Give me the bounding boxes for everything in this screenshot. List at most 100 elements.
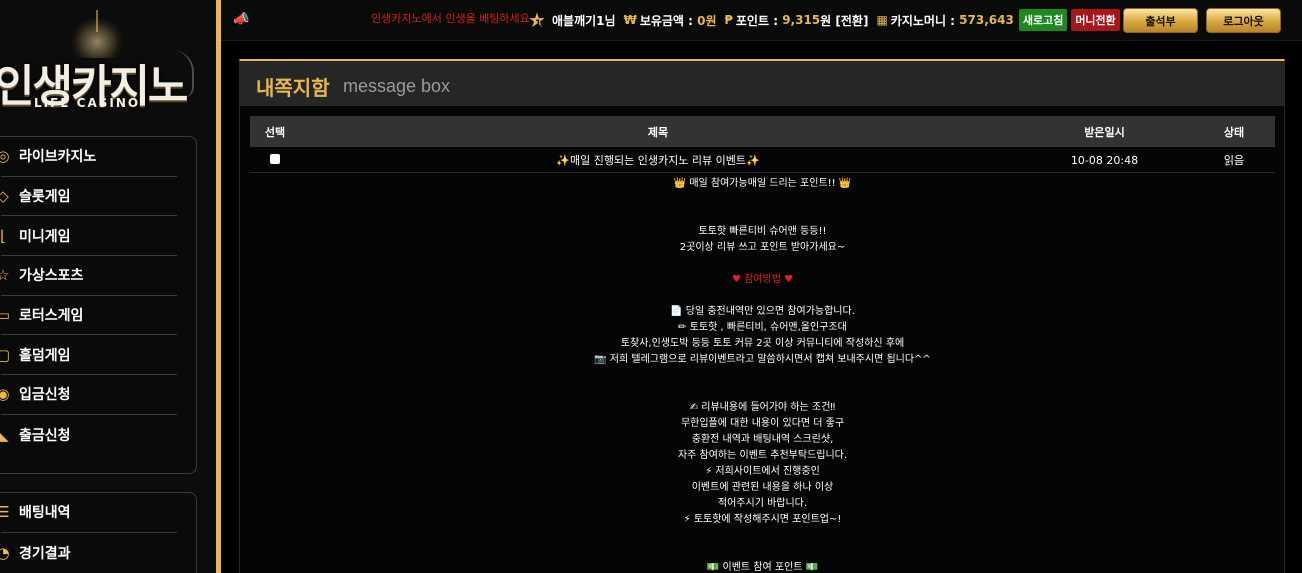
slot-icon: ◇ [0,187,9,206]
sidebar-item-holdem[interactable]: ▢ 홀덤게임 [0,335,177,376]
message-line [250,256,1275,272]
sidebar-item-label: 가상스포츠 [19,268,84,285]
message-line [250,368,1275,384]
result-icon: ◔ [0,543,10,562]
secondary-menu: ☰ 배팅내역 ◔ 경기결과 [0,492,197,573]
message-line [250,192,1275,208]
panel-header: 내쪽지함 message box [240,61,1284,106]
lotus-icon: ▭ [0,306,11,325]
sidebar-item-label: 출금신청 [19,427,71,444]
sidebar-item-label: 경기결과 [19,545,71,562]
casino-money-icon: ▦ [876,13,888,27]
sidebar-item-label: 라이브카지노 [19,149,97,166]
sidebar-item-deposit[interactable]: ◉ 입금신청 [0,375,177,415]
points-value: 9,315 [782,13,821,27]
message-box-panel: 내쪽지함 message box 선택 제목 받은일시 상태 ✨매일 진행되는 … [239,59,1285,573]
sidebar-item-label: 로터스게임 [19,308,84,325]
message-line: 충환전 내역과 배팅내역 스크린샷, [691,434,834,445]
money-convert-button[interactable]: 머니전환 [1071,9,1120,31]
deposit-icon: ◉ [0,385,10,404]
message-status: 읽음 [1223,154,1245,167]
mini-game-icon: ⌊ [0,226,6,245]
sidebar-divider [216,0,221,573]
sidebar-item-results[interactable]: ◔ 경기결과 [0,533,177,573]
message-line [250,288,1275,304]
page-subtitle: message box [343,76,451,96]
holdem-icon: ▢ [0,345,11,364]
message-line: 💵 이벤트 참여 포인트 💵 [706,562,819,573]
sidebar-item-label: 배팅내역 [19,505,71,522]
top-bar: 📣 인생카지노에서 인생을 배팅하세요 ★ 1 애블깨기1 님 ₩ 보유금액 : 0… [221,0,1302,41]
level-star-icon: ★ 1 [528,8,546,32]
page-title: 내쪽지함 [256,76,330,100]
message-line [250,384,1275,400]
header-status: 상태 [1223,125,1245,139]
message-line: 📷 저희 텔레그램으로 리뷰이벤트라고 말씀하시면서 캡쳐 보내주시면 됩니다^… [594,354,931,365]
sidebar-item-label: 미니게임 [19,228,71,245]
sparkle-icon: ✨ [556,154,571,167]
logo-subtitle: LIFE CASINO [34,96,141,110]
select-checkbox[interactable] [270,153,280,164]
message-line: 2곳이상 리뷰 쓰고 포인트 받아가세요~ [679,242,846,253]
message-line: ✏ 토토핫 , 빠른티비, 슈어맨,올인구조대 [678,322,847,333]
sidebar-item-label: 홀덤게임 [19,347,71,364]
username: 애블깨기1 [552,13,605,28]
message-line [250,528,1275,544]
megaphone-icon: 📣 [233,12,250,27]
sidebar-item-live-casino[interactable]: ◎ 라이브카지노 [0,137,177,177]
message-line: 이벤트에 관련된 내용을 하나 이상 [691,482,834,493]
sidebar-item-label: 입금신청 [19,387,71,404]
notice-marquee: 인생카지노에서 인생을 배팅하세요 [371,12,530,25]
message-line [250,544,1275,560]
username-suffix: 님 [604,13,616,28]
smoke-decoration [172,50,194,98]
balance-label: 보유금액 : [639,13,693,28]
sidebar: 인생카지노 LIFE CASINO ◎ 라이브카지노 ◇ 슬롯게임 ⌊ 미니게임… [0,0,216,573]
sidebar-item-virtual-sports[interactable]: ☆ 가상스포츠 [0,256,177,296]
sidebar-item-bet-history[interactable]: ☰ 배팅내역 [0,493,177,533]
balance-value: 0원 [697,13,717,28]
site-logo[interactable]: 인생카지노 LIFE CASINO [0,10,210,120]
level-number: 1 [535,19,542,29]
header-select: 선택 [264,125,286,139]
header-date: 받은일시 [1084,125,1125,139]
message-title[interactable]: ✨매일 진행되는 인생카지노 리뷰 이벤트✨ [300,152,1016,168]
attendance-button[interactable]: 출석부 [1123,8,1198,33]
message-line: ✍ 리뷰내용에 들어가야 하는 조건‼ [689,402,836,413]
point-icon: ₱ [724,13,733,27]
casino-money-label: 카지노머니 : [890,13,955,28]
sidebar-item-slot[interactable]: ◇ 슬롯게임 [0,177,177,217]
message-line: 👑 매일 참여가능매일 드리는 포인트!! 👑 [673,178,852,189]
casino-chip-icon: ◎ [0,147,10,166]
message-line: 토토핫 빠른티비 슈어맨 등등!! [698,226,827,237]
message-line: ♥ 참여방법 ♥ [731,274,794,285]
casino-money-value: 573,643 [959,13,1014,27]
message-line: 토찾사,인생도박 등등 토토 커뮤 2곳 이상 커뮤니티에 작성하신 후에 [620,338,905,349]
table-header: 선택 제목 받은일시 상태 [250,116,1275,147]
sidebar-item-label: 슬롯게임 [19,189,71,206]
table-row[interactable]: ✨매일 진행되는 인생카지노 리뷰 이벤트✨ 10-08 20:48 읽음 [250,148,1275,173]
message-line: ⚡ 저희사이트에서 진행중인 [705,466,820,477]
points-unit: 원 [820,13,832,28]
main-menu: ◎ 라이브카지노 ◇ 슬롯게임 ⌊ 미니게임 ☆ 가상스포츠 ▭ 로터스게임 ▢… [0,136,197,474]
message-line: ⚡ 토토핫에 작성해주시면 포인트업~! [683,514,842,525]
header-title: 제목 [647,125,669,139]
sidebar-item-withdraw[interactable]: ◣ 출금신청 [0,415,177,455]
points-label: 포인트 : [735,13,778,28]
logout-button[interactable]: 로그아웃 [1206,8,1281,33]
refresh-button[interactable]: 새로고침 [1018,9,1068,31]
virtual-sports-icon: ☆ [0,266,10,285]
sidebar-item-mini-game[interactable]: ⌊ 미니게임 [0,216,177,257]
message-line [250,208,1275,224]
won-icon: ₩ [623,13,637,27]
sidebar-item-lotus[interactable]: ▭ 로터스게임 [0,296,177,336]
message-line: 무한입플에 대한 내용이 있다면 더 좋구 [680,418,845,429]
message-line: 자주 참여하는 이벤트 추천부탁드립니다. [677,450,848,461]
message-body: 👑 매일 참여가능매일 드리는 포인트!! 👑 토토핫 빠른티비 슈어맨 등등!… [250,176,1275,573]
withdraw-icon: ◣ [0,425,9,444]
user-info-bar: ★ 1 애블깨기1 님 ₩ 보유금액 : 0원 ₱ 포인트 : 9,315 원 [전환… [528,8,1120,32]
message-date: 10-08 20:48 [1070,153,1139,167]
list-icon: ☰ [0,503,10,522]
sparkle-icon: ✨ [745,154,760,167]
points-convert-link[interactable]: [전환] [835,12,868,29]
